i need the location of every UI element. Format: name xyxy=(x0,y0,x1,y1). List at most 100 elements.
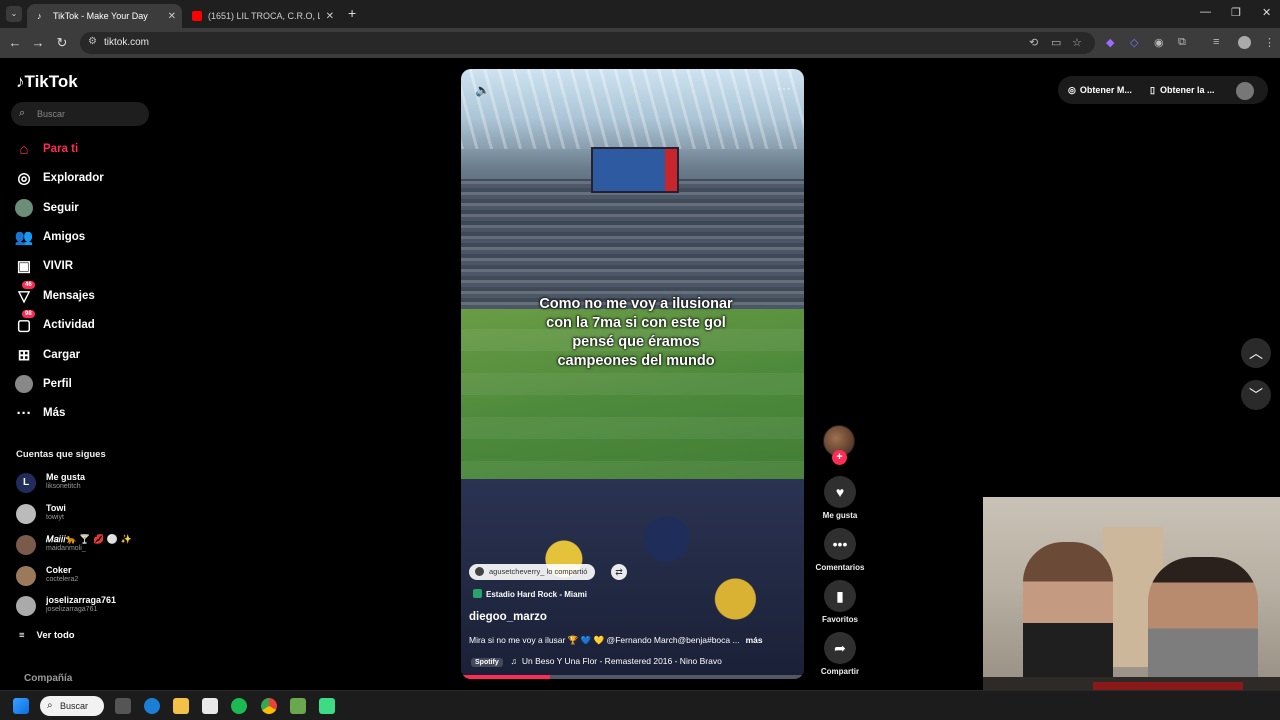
video-author[interactable]: diegoo_marzo xyxy=(469,611,547,623)
profile-avatar-icon[interactable] xyxy=(1238,36,1251,49)
music-info[interactable]: Spotify ♫ Un Beso Y Una Flor - Remastered… xyxy=(471,656,722,667)
tab-title: (1651) LIL TROCA, C.R.O, LUCH xyxy=(208,11,320,21)
close-window-icon[interactable]: ✕ xyxy=(1262,6,1271,19)
share-icon: ➦ xyxy=(824,632,856,664)
nav-actividad[interactable]: ▢ 98 Actividad xyxy=(14,310,154,337)
bookmark-star-icon[interactable]: ☆ xyxy=(1072,36,1082,49)
close-tab-icon[interactable]: ✕ xyxy=(168,11,176,22)
previous-video-button[interactable]: ︿ xyxy=(1241,338,1271,368)
address-bar: ← → ↻ ⚙ tiktok.com ⟲ ▭ ☆ ◆ ◇ ◉ ⧉ ≡ ⋮ xyxy=(0,28,1280,58)
reload-icon[interactable]: ↻ xyxy=(54,35,70,51)
spotify-icon[interactable] xyxy=(231,698,247,714)
app-icon: ◎ xyxy=(1068,84,1076,95)
live-icon: ▣ xyxy=(16,258,32,275)
video-player[interactable]: 🔈 ··· Como no me voy a ilusionar con la … xyxy=(461,69,804,679)
friends-icon: 👥 xyxy=(14,229,34,246)
forward-icon[interactable]: → xyxy=(30,35,46,50)
messages-icon: ▽ 46 xyxy=(14,281,35,306)
extension-icon[interactable]: ◇ xyxy=(1130,36,1138,49)
avatar xyxy=(16,535,36,555)
youtube-icon xyxy=(192,11,202,21)
activity-badge: 98 xyxy=(22,310,35,318)
video-description: Mira si no me voy a ilusar 🏆 💙 💛 @Fernan… xyxy=(469,635,763,645)
nav-para-ti[interactable]: ⌂ Para ti xyxy=(14,137,154,161)
search-input[interactable]: ⌕ Buscar xyxy=(11,102,149,126)
nav-mas[interactable]: ··· Más xyxy=(14,401,154,425)
tab-tiktok[interactable]: ♪ TikTok - Make Your Day ✕ xyxy=(27,4,182,28)
close-tab-icon[interactable]: ✕ xyxy=(326,11,334,22)
nav-perfil[interactable]: Perfil xyxy=(14,372,154,396)
favorite-button[interactable]: ▮ Favoritos xyxy=(810,580,870,624)
webcam-overlay xyxy=(983,497,1280,720)
repost-icon[interactable]: ⇄ xyxy=(611,564,627,580)
follow-plus-icon[interactable]: + xyxy=(832,450,847,465)
location-tag[interactable]: Estadio Hard Rock - Miami xyxy=(473,589,587,599)
account-item[interactable]: Coker coctelera2 xyxy=(16,563,156,591)
video-frame-stands xyxy=(461,179,804,309)
account-item[interactable]: L Me gusta liksonetitch xyxy=(16,470,156,498)
like-button[interactable]: ♥ Me gusta xyxy=(810,476,870,520)
get-app-button-2[interactable]: ▯ Obtener la ... xyxy=(1150,78,1214,102)
tiktok-logo[interactable]: ♪TikTok xyxy=(16,72,78,92)
share-button[interactable]: ➦ Compartir xyxy=(810,632,870,676)
tab-search-button[interactable]: ⌄ xyxy=(6,6,22,22)
file-explorer-icon[interactable] xyxy=(173,698,189,714)
profile-icon xyxy=(14,374,34,394)
app-icon[interactable] xyxy=(290,698,306,714)
extensions-puzzle-icon[interactable]: ⧉ xyxy=(1178,36,1186,49)
back-icon[interactable]: ← xyxy=(7,35,23,50)
store-icon[interactable] xyxy=(202,698,218,714)
extension-icon[interactable]: ◆ xyxy=(1106,36,1114,49)
see-all-button[interactable]: ≡ Ver todo xyxy=(19,630,75,641)
tiktok-logo-icon: ♪ xyxy=(16,72,25,91)
nav-cargar[interactable]: ⊞ Cargar xyxy=(14,343,154,367)
nav-explorador[interactable]: ◎ Explorador xyxy=(14,166,154,190)
account-item[interactable]: 𝑀𝑎𝑖𝑖𝑖🐆 🍸 💋 ⚪ ✨ maidanmoli_ xyxy=(16,532,156,560)
url-bar[interactable]: ⚙ tiktok.com xyxy=(80,32,1095,54)
app-icon[interactable] xyxy=(319,698,335,714)
nav-mensajes[interactable]: ▽ 46 Mensajes xyxy=(14,281,154,308)
shared-by-chip[interactable]: agusetcheverry_ lo compartió xyxy=(469,564,596,580)
account-item[interactable]: joselizarraga761 joselizarraga761 xyxy=(16,593,156,621)
video-progress-bar[interactable] xyxy=(461,675,804,679)
nav-amigos[interactable]: 👥 Amigos xyxy=(14,225,154,249)
video-frame-scoreboard xyxy=(591,147,679,193)
messages-badge: 46 xyxy=(22,281,35,289)
more-options-icon[interactable]: ··· xyxy=(777,81,792,95)
get-app-button-1[interactable]: ◎ Obtener M... xyxy=(1068,78,1132,102)
site-info-icon[interactable]: ⚙ xyxy=(88,36,97,47)
minimize-icon[interactable]: — xyxy=(1200,6,1211,18)
list-icon: ≡ xyxy=(19,630,25,641)
next-video-button[interactable]: ﹀ xyxy=(1241,380,1271,410)
tab-youtube[interactable]: (1651) LIL TROCA, C.R.O, LUCH ✕ xyxy=(182,4,340,28)
extension-icon[interactable]: ◉ xyxy=(1154,36,1164,49)
location-icon xyxy=(473,589,482,598)
new-tab-button[interactable]: + xyxy=(348,5,356,21)
browser-tab-bar: ⌄ ♪ TikTok - Make Your Day ✕ (1651) LIL … xyxy=(0,0,1280,28)
account-item[interactable]: Towi towiyt xyxy=(16,501,156,529)
avatar xyxy=(16,504,36,524)
chevron-down-icon: ﹀ xyxy=(1249,387,1263,403)
nav-seguir[interactable]: Seguir xyxy=(14,196,154,220)
avatar xyxy=(16,596,36,616)
maximize-icon[interactable]: ❐ xyxy=(1231,6,1241,19)
task-view-icon[interactable] xyxy=(115,698,131,714)
video-progress-fill xyxy=(461,675,551,679)
comment-button[interactable]: ••• Comentarios xyxy=(810,528,870,572)
more-link[interactable]: más xyxy=(746,635,763,645)
translate-icon[interactable]: ⟲ xyxy=(1029,36,1038,49)
volume-icon[interactable]: 🔈 xyxy=(475,83,490,97)
reading-list-icon[interactable]: ≡ xyxy=(1213,36,1219,48)
edge-icon[interactable] xyxy=(144,698,160,714)
menu-kebab-icon[interactable]: ⋮ xyxy=(1264,36,1275,49)
windows-start-icon[interactable] xyxy=(13,698,29,714)
taskbar-search[interactable]: ⌕ Buscar xyxy=(40,696,104,716)
chrome-icon[interactable] xyxy=(261,698,277,714)
company-link[interactable]: Compañía xyxy=(24,673,72,684)
video-caption: Como no me voy a ilusionar con la 7ma si… xyxy=(539,296,733,369)
nav-vivir[interactable]: ▣ VIVIR xyxy=(14,254,154,278)
cast-icon[interactable]: ▭ xyxy=(1051,36,1061,49)
heart-icon: ♥ xyxy=(824,476,856,508)
url-text: tiktok.com xyxy=(104,37,150,48)
profile-avatar[interactable] xyxy=(1236,82,1254,100)
